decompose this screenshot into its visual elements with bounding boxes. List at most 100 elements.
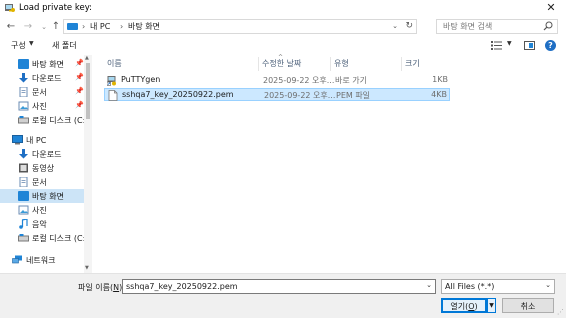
sidebar-scrollbar-thumb[interactable] [86,63,90,119]
file-icon [108,90,118,101]
sidebar-item-label: 네트워크 [26,256,56,265]
file-date: 2025-09-22 오후... [263,76,335,85]
chevron-down-icon[interactable]: ⌄ [392,20,398,33]
search-input[interactable]: 바탕 화면 검색 [436,19,558,34]
filename-value: sshqa7_key_20250922.pem [126,282,238,291]
download-icon [19,149,28,159]
putty-key-icon [5,4,15,12]
search-placeholder: 바탕 화면 검색 [443,22,493,31]
toolbar: 구성 ▼ 새 폴더 ▼ ? [0,37,566,55]
sidebar-item-desktop-quick[interactable]: 바탕 화면 📌 [0,57,84,71]
column-divider[interactable] [401,57,402,71]
sidebar-item-downloads[interactable]: 다운로드 [0,147,84,161]
sidebar-item-this-pc[interactable]: 내 PC [0,133,84,147]
sidebar-item-label: 바탕 화면 [32,192,64,201]
column-header-date[interactable]: 수정한 날짜 [262,57,301,71]
open-options-dropdown[interactable]: ▼ [487,298,496,313]
sidebar-item-label: 바탕 화면 [32,60,64,69]
sidebar-item-local-disk[interactable]: 로컬 디스크 (C:) [0,231,88,245]
navigation-pane: 바탕 화면 📌 다운로드 📌 문서 📌 사진 📌 로컬 디스크 (C:) 내 P… [0,55,92,273]
sidebar-item-downloads-quick[interactable]: 다운로드 📌 [0,71,84,85]
scroll-down-icon[interactable]: ▼ [85,265,89,271]
file-row-pem-key[interactable]: sshqa7_key_20250922.pem 2025-09-22 오후...… [104,88,450,101]
window-title: Load private key: [19,3,92,13]
file-type: 바로 가기 [335,76,367,85]
new-folder-button[interactable]: 새 폴더 [52,40,77,51]
chevron-right-icon[interactable]: › [82,20,85,33]
drive-icon [18,234,29,242]
caret-down-icon[interactable]: ▼ [507,40,512,47]
sidebar-item-desktop[interactable]: 바탕 화면 [0,189,84,203]
shortcut-icon [107,76,116,86]
sidebar-item-label: 음악 [32,220,47,229]
sidebar-item-local-disk-quick[interactable]: 로컬 디스크 (C:) [0,113,88,127]
forward-arrow-icon[interactable]: → [21,20,35,34]
sidebar-item-documents[interactable]: 문서 [0,175,84,189]
file-name: sshqa7_key_20250922.pem [122,90,234,99]
sidebar-item-label: 사진 [32,102,47,111]
sidebar-item-videos[interactable]: 동영상 [0,161,84,175]
view-options-icon[interactable] [491,41,502,50]
sidebar-item-label: 다운로드 [32,150,62,159]
sidebar-item-documents-quick[interactable]: 문서 📌 [0,85,84,99]
file-type-select[interactable]: All Files (*.*) ⌄ [441,279,555,294]
sidebar-item-pictures[interactable]: 사진 [0,203,84,217]
picture-icon [18,205,29,215]
pc-icon [67,23,78,30]
breadcrumb-desktop[interactable]: 바탕 화면 [128,20,160,33]
video-icon [19,163,28,173]
up-arrow-icon[interactable]: ↑ [49,20,63,34]
back-arrow-icon[interactable]: ← [4,20,18,34]
sidebar-item-music[interactable]: 음악 [0,217,84,231]
pc-icon [12,135,23,145]
file-size: 1KB [432,75,448,84]
download-icon [19,73,28,83]
column-header-name[interactable]: 이름 [107,57,122,71]
file-row-puttygen[interactable]: PuTTYgen 2025-09-22 오후... 바로 가기 1KB [104,74,450,87]
title-bar: Load private key: ✕ [0,0,566,18]
column-divider[interactable] [330,57,331,71]
open-button[interactable]: 열기(O) [441,298,487,313]
open-label-suffix: ) [474,302,478,311]
organize-button[interactable]: 구성 [11,40,26,51]
drive-icon [18,116,29,124]
sidebar-item-label: 동영상 [32,164,55,173]
pin-icon: 📌 [75,87,84,95]
search-icon [543,21,553,31]
filename-field[interactable]: sshqa7_key_20250922.pem ⌄ [122,279,436,294]
breadcrumb-pc[interactable]: 내 PC [90,20,110,33]
help-icon[interactable]: ? [545,40,556,51]
caret-down-icon[interactable]: ▼ [29,40,34,47]
navigation-bar: ← → ⌄ ↑ › 내 PC › 바탕 화면 ⌄ ↻ 바탕 화면 검색 [0,18,566,36]
chevron-down-icon[interactable]: ⌄ [426,281,432,289]
sidebar-item-label: 로컬 디스크 (C:) [32,116,89,125]
scroll-up-icon[interactable]: ▲ [85,55,89,61]
document-icon [19,177,28,187]
column-divider[interactable] [258,57,259,71]
chevron-down-icon[interactable]: ⌄ [545,281,551,289]
cancel-button[interactable]: 취소 [502,298,554,313]
address-bar[interactable]: › 내 PC › 바탕 화면 ⌄ ↻ [63,19,417,34]
refresh-icon[interactable]: ↻ [405,20,413,33]
file-date: 2025-09-22 오후... [264,91,336,100]
desktop-icon [18,59,29,69]
sidebar-item-label: 문서 [32,178,47,187]
resize-grip-icon[interactable]: ⋰ [557,308,564,316]
pin-icon: 📌 [75,73,84,81]
column-header-type[interactable]: 유형 [334,57,349,71]
column-header-size[interactable]: 크기 [405,57,420,71]
picture-icon [18,101,29,111]
file-name: PuTTYgen [121,75,161,84]
network-icon [12,255,22,264]
sidebar-item-label: 로컬 디스크 (C:) [32,234,89,243]
pin-icon: 📌 [75,59,84,67]
sidebar-item-network[interactable]: 네트워크 [0,253,84,267]
close-icon[interactable]: ✕ [544,1,558,15]
preview-pane-icon[interactable] [524,41,535,50]
sidebar-item-pictures-quick[interactable]: 사진 📌 [0,99,84,113]
chevron-right-icon[interactable]: › [120,20,123,33]
desktop-icon [18,191,29,201]
file-list: 이름 ^ 수정한 날짜 유형 크기 PuTTYgen 2025-09-22 오후… [101,54,561,273]
dialog-footer: 파일 이름(N): sshqa7_key_20250922.pem ⌄ All … [0,273,566,318]
filename-label-prefix: 파일 이름( [78,283,114,292]
